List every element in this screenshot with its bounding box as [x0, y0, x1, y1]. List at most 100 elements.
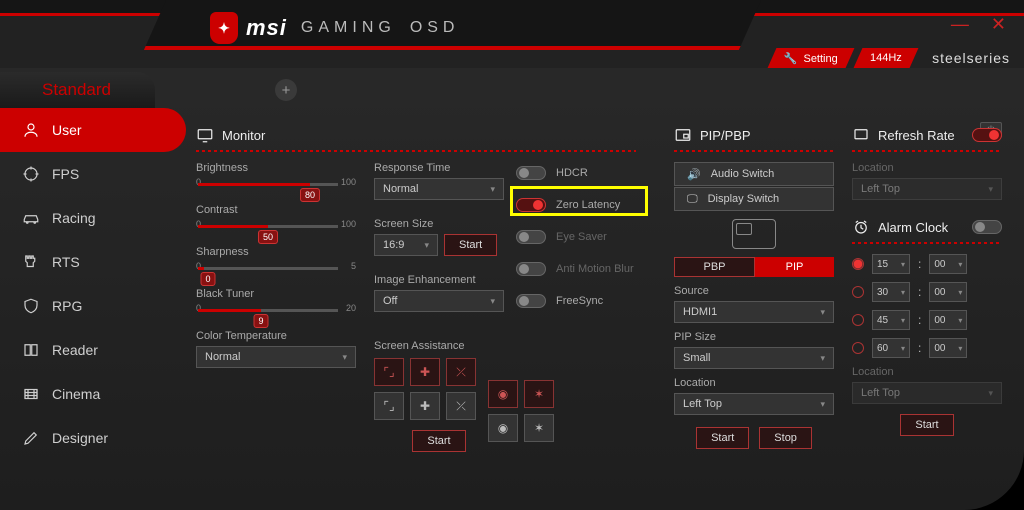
alarm-hour-select[interactable]: 15▾ — [872, 254, 910, 274]
setting-label: Setting — [804, 52, 838, 64]
alarm-radio[interactable] — [852, 258, 864, 270]
sidebar-item-label: Racing — [52, 210, 96, 226]
sidebar-item-fps[interactable]: FPS — [0, 152, 178, 196]
pip-icon — [674, 126, 692, 144]
brightness-label: Brightness — [196, 162, 356, 174]
alarm-radio[interactable] — [852, 286, 864, 298]
sidebar-item-user[interactable]: User — [0, 108, 186, 152]
alarm-toggle[interactable] — [972, 220, 1002, 234]
source-label: Source — [674, 285, 834, 297]
eyesaver-row: Eye Saver — [516, 224, 656, 250]
colon: : — [918, 341, 921, 355]
alarm-radio[interactable] — [852, 314, 864, 326]
select-value: HDMI1 — [683, 306, 717, 318]
blacktuner-slider[interactable]: 0 20 9 — [196, 304, 356, 322]
piploc-label: Location — [674, 377, 834, 389]
pip-start-button[interactable]: Start — [696, 427, 749, 449]
sidebar-item-cinema[interactable]: Cinema — [0, 372, 178, 416]
assist-crosshair-4[interactable]: ⌜⌟ — [374, 392, 404, 420]
alarm-hour-select[interactable]: 60▾ — [872, 338, 910, 358]
colon: : — [918, 313, 921, 327]
zerolat-label: Zero Latency — [556, 199, 620, 211]
sidebar-item-label: Cinema — [52, 386, 100, 402]
alarm-min-select[interactable]: 00▾ — [929, 254, 967, 274]
alarm-row-1: 15▾ : 00▾ — [852, 254, 1002, 274]
source-select[interactable]: HDMI1▾ — [674, 301, 834, 323]
response-select[interactable]: Normal▾ — [374, 178, 504, 200]
sidebar-item-reader[interactable]: Reader — [0, 328, 178, 372]
piploc-select[interactable]: Left Top▾ — [674, 393, 834, 415]
seg-pip[interactable]: PIP — [755, 257, 834, 277]
add-profile-button[interactable]: + — [275, 79, 297, 101]
sidebar-item-racing[interactable]: Racing — [0, 196, 178, 240]
section-pip: PIP/PBP — [674, 126, 834, 144]
alarm-hour-select[interactable]: 30▾ — [872, 282, 910, 302]
monitor-title: Monitor — [222, 128, 265, 143]
monitor-icon: 🖵 — [687, 193, 698, 206]
sidebar-item-designer[interactable]: Designer — [0, 416, 178, 460]
pip-stop-button[interactable]: Stop — [759, 427, 812, 449]
assist-grid-top: ⌜⌟ ✚ ⤫ ⌜⌟ ✚ ⤫ — [374, 358, 504, 420]
select-value: 00 — [934, 343, 945, 354]
minimize-button[interactable]: — — [951, 14, 969, 35]
assist-dot-1[interactable]: ◉ — [488, 380, 518, 408]
assist-crosshair-3[interactable]: ⤫ — [446, 358, 476, 386]
close-button[interactable]: ✕ — [991, 14, 1006, 35]
enhance-label: Image Enhancement — [374, 274, 504, 286]
assist-crosshair-2[interactable]: ✚ — [410, 358, 440, 386]
sharpness-slider[interactable]: 0 5 0 — [196, 262, 356, 280]
alarm-title: Alarm Clock — [878, 220, 948, 235]
refresh-loc-select[interactable]: Left Top▾ — [852, 178, 1002, 200]
select-value: Normal — [383, 183, 418, 195]
slider-value: 50 — [258, 230, 278, 244]
contrast-label: Contrast — [196, 204, 356, 216]
sidebar-item-label: RTS — [52, 254, 80, 270]
zerolat-toggle[interactable] — [516, 198, 546, 212]
pipsize-select[interactable]: Small▾ — [674, 347, 834, 369]
screensize-select[interactable]: 16:9▾ — [374, 234, 438, 256]
chevron-down-icon: ▾ — [901, 288, 905, 297]
audio-switch-button[interactable]: 🔊Audio Switch — [674, 162, 834, 186]
assist-dot-2[interactable]: ✶ — [524, 380, 554, 408]
brightness-slider[interactable]: 0 100 80 — [196, 178, 356, 196]
tab-standard[interactable]: Standard — [0, 72, 155, 108]
seg-pbp[interactable]: PBP — [674, 257, 755, 277]
eyesaver-toggle[interactable] — [516, 230, 546, 244]
setting-button[interactable]: 🔧 Setting — [768, 48, 855, 68]
alarm-row-2: 30▾ : 00▾ — [852, 282, 1002, 302]
alarm-min-select[interactable]: 00▾ — [929, 310, 967, 330]
refresh-toggle[interactable] — [972, 128, 1002, 142]
enhance-select[interactable]: Off▾ — [374, 290, 504, 312]
chevron-down-icon: ▾ — [901, 316, 905, 325]
slider-max: 100 — [341, 219, 356, 229]
refresh-loc-label: Location — [852, 162, 1002, 174]
section-refresh: Refresh Rate — [852, 126, 1002, 144]
pbp-pip-segment[interactable]: PBP PIP — [674, 257, 834, 277]
assist-crosshair-1[interactable]: ⌜⌟ — [374, 358, 404, 386]
alarm-min-select[interactable]: 00▾ — [929, 338, 967, 358]
antimotion-toggle[interactable] — [516, 262, 546, 276]
freesync-toggle[interactable] — [516, 294, 546, 308]
alarm-start-button[interactable]: Start — [900, 414, 953, 436]
assist-dot-3[interactable]: ◉ — [488, 414, 518, 442]
assist-start-button[interactable]: Start — [412, 430, 465, 452]
alarm-loc-select[interactable]: Left Top▾ — [852, 382, 1002, 404]
section-monitor: Monitor — [196, 126, 356, 144]
assist-crosshair-6[interactable]: ⤫ — [446, 392, 476, 420]
display-switch-button[interactable]: 🖵Display Switch — [674, 187, 834, 211]
alarm-radio[interactable] — [852, 342, 864, 354]
rook-icon — [22, 253, 40, 271]
refresh-pill[interactable]: 144Hz — [854, 48, 919, 68]
assist-crosshair-5[interactable]: ✚ — [410, 392, 440, 420]
alarm-hour-select[interactable]: 45▾ — [872, 310, 910, 330]
colortemp-select[interactable]: Normal▾ — [196, 346, 356, 368]
sidebar-item-label: Designer — [52, 430, 108, 446]
hdcr-toggle[interactable] — [516, 166, 546, 180]
sidebar-item-rts[interactable]: RTS — [0, 240, 178, 284]
slider-value: 0 — [200, 272, 215, 286]
alarm-min-select[interactable]: 00▾ — [929, 282, 967, 302]
sidebar-item-rpg[interactable]: RPG — [0, 284, 178, 328]
screensize-start-button[interactable]: Start — [444, 234, 497, 256]
contrast-slider[interactable]: 0 100 50 — [196, 220, 356, 238]
assist-dot-4[interactable]: ✶ — [524, 414, 554, 442]
